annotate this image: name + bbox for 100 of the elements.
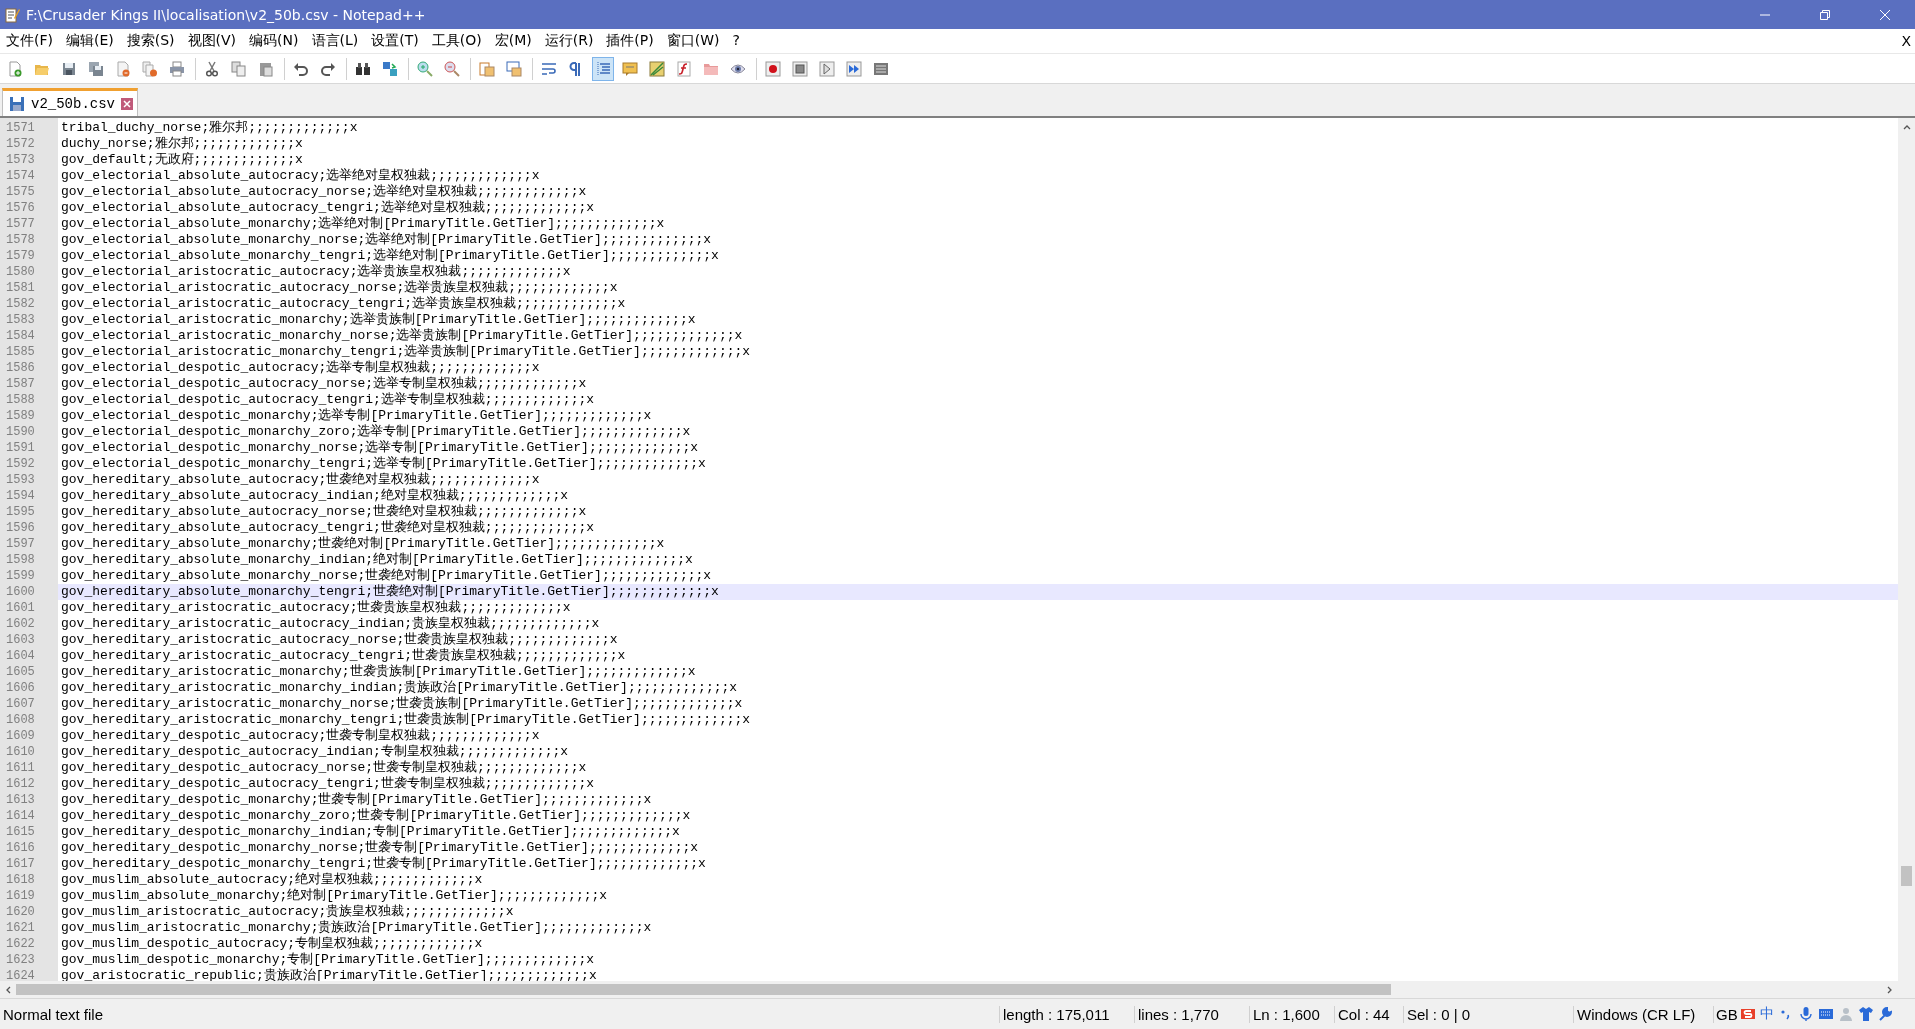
replace-icon[interactable]	[382, 60, 398, 77]
code-line: duchy_norse;雅尔邦;;;;;;;;;;;;;x	[60, 136, 304, 152]
line-number: 1611	[5, 761, 36, 775]
menu-item[interactable]: 编码(N)	[243, 32, 305, 50]
scrollbar-thumb[interactable]	[16, 984, 1391, 995]
line-number: 1604	[5, 649, 36, 663]
code-line: gov_electorial_aristocratic_autocracy;选举贵族皇权独裁;;;;;;;;;;;;;x	[60, 264, 572, 280]
input-method-logo-icon[interactable]	[1740, 1006, 1756, 1022]
code-line: gov_hereditary_despotic_monarchy_tengri;世袭专制[PrimaryTitle.GetTier];;;;;;;;;;;;;x	[60, 856, 707, 872]
wrench-icon[interactable]	[1878, 1006, 1894, 1022]
copy-icon[interactable]	[231, 60, 247, 77]
stop-icon[interactable]	[792, 60, 808, 77]
binoculars-icon[interactable]	[355, 60, 371, 77]
indent-guide-icon[interactable]	[595, 60, 611, 77]
line-number: 1597	[5, 537, 36, 551]
line-number: 1591	[5, 441, 36, 455]
document-map-icon[interactable]	[649, 60, 665, 77]
menu-item[interactable]: 视图(V)	[181, 32, 243, 50]
play-icon[interactable]	[819, 60, 835, 77]
record-icon[interactable]	[765, 60, 781, 77]
close-all-icon[interactable]	[142, 60, 158, 77]
line-number: 1615	[5, 825, 36, 839]
code-line: gov_electorial_absolute_autocracy_norse;选举绝对皇权独裁;;;;;;;;;;;;;x	[60, 184, 588, 200]
zoom-in-icon[interactable]	[417, 60, 433, 77]
code-line: gov_default;无政府;;;;;;;;;;;;;x	[60, 152, 304, 168]
file-tab[interactable]: v2_50b.csv	[2, 88, 138, 116]
save-all-icon[interactable]	[88, 60, 104, 77]
line-number: 1594	[5, 489, 36, 503]
line-number: 1589	[5, 409, 36, 423]
microphone-icon[interactable]	[1798, 1006, 1814, 1022]
scrollbar-thumb[interactable]	[1901, 866, 1912, 886]
code-line: gov_muslim_aristocratic_monarchy;贵族政治[PrimaryTitle.GetTier];;;;;;;;;;;;;x	[60, 920, 653, 936]
code-line: gov_muslim_absolute_monarchy;绝对制[PrimaryTitle.GetTier];;;;;;;;;;;;;x	[60, 888, 609, 904]
zoom-out-icon[interactable]	[444, 60, 460, 77]
menu-item[interactable]: 编辑(E)	[60, 32, 120, 50]
save-macro-icon[interactable]	[873, 60, 889, 77]
code-line: gov_hereditary_aristocratic_autocracy_indian;贵族皇权独裁;;;;;;;;;;;;;x	[60, 616, 601, 632]
menu-item[interactable]: 宏(M)	[488, 32, 538, 50]
menu-item[interactable]: 语言(L)	[305, 32, 365, 50]
fast-forward-icon[interactable]	[846, 60, 862, 77]
line-number: 1603	[5, 633, 36, 647]
line-number: 1580	[5, 265, 36, 279]
line-number: 1574	[5, 169, 36, 183]
line-number: 1619	[5, 889, 36, 903]
line-number: 1606	[5, 681, 36, 695]
word-wrap-icon[interactable]	[541, 60, 557, 77]
menu-item[interactable]: 运行(R)	[538, 32, 600, 50]
line-number: 1575	[5, 185, 36, 199]
code-line: gov_hereditary_despotic_monarchy_zoro;世袭专制[PrimaryTitle.GetTier];;;;;;;;;;;;;x	[60, 808, 692, 824]
close-document-button[interactable]: X	[1897, 33, 1915, 49]
menu-item[interactable]: 工具(O)	[425, 32, 488, 50]
line-number: 1586	[5, 361, 36, 375]
printer-icon[interactable]	[169, 60, 185, 77]
line-number: 1623	[5, 953, 36, 967]
code-line: gov_muslim_aristocratic_autocracy;贵族皇权独裁;;;;;;;;;;;;;x	[60, 904, 515, 920]
menu-item[interactable]: 窗口(W)	[660, 32, 726, 50]
redo-icon[interactable]	[320, 60, 336, 77]
line-number: 1582	[5, 297, 36, 311]
line-number: 1581	[5, 281, 36, 295]
menu-item[interactable]: 设置(T)	[365, 32, 425, 50]
speech-bubble-icon[interactable]	[622, 60, 638, 77]
paste-icon[interactable]	[258, 60, 274, 77]
line-number: 1609	[5, 729, 36, 743]
code-line: gov_electorial_absolute_monarchy_tengri;选举绝对制[PrimaryTitle.GetTier];;;;;;;;;;;;;x	[60, 248, 720, 264]
new-file-icon[interactable]	[7, 60, 23, 77]
line-number: 1600	[5, 585, 36, 599]
scissors-icon[interactable]	[204, 60, 220, 77]
menu-item[interactable]: 文件(F)	[0, 32, 59, 50]
keyboard-icon[interactable]	[1818, 1006, 1834, 1022]
line-number: 1576	[5, 201, 36, 215]
sync-horizontal-icon[interactable]	[506, 60, 522, 77]
line-number: 1620	[5, 905, 36, 919]
save-icon[interactable]	[61, 60, 77, 77]
restore-icon[interactable]	[1819, 8, 1831, 21]
menu-item[interactable]: 插件(P)	[600, 32, 660, 50]
line-number: 1605	[5, 665, 36, 679]
close-icon[interactable]	[1879, 8, 1891, 21]
close-file-icon[interactable]	[115, 60, 131, 77]
code-line: gov_electorial_despotic_monarchy_norse;选举专制[PrimaryTitle.GetTier];;;;;;;;;;;;;x	[60, 440, 700, 456]
input-mode-label[interactable]: 中	[1760, 1005, 1774, 1023]
code-line: gov_electorial_despotic_monarchy_zoro;选举专制[PrimaryTitle.GetTier];;;;;;;;;;;;;x	[60, 424, 692, 440]
vertical-scrollbar[interactable]	[1898, 118, 1915, 981]
line-number: 1601	[5, 601, 36, 615]
function-list-icon[interactable]	[676, 60, 692, 77]
line-number: 1602	[5, 617, 36, 631]
code-line: gov_hereditary_aristocratic_monarchy_norse;世袭贵族制[PrimaryTitle.GetTier];;;;;;;;;;;;;x	[60, 696, 744, 712]
code-line: gov_hereditary_absolute_autocracy_norse;世袭绝对皇权独裁;;;;;;;;;;;;;x	[60, 504, 588, 520]
sync-vertical-icon[interactable]	[479, 60, 495, 77]
save-icon	[9, 95, 25, 112]
close-tab-icon[interactable]	[121, 97, 133, 110]
file-type-label: Normal text file	[0, 1005, 1000, 1023]
code-line: gov_hereditary_absolute_autocracy_indian;绝对皇权独裁;;;;;;;;;;;;;x	[60, 488, 570, 504]
menu-item[interactable]: ?	[726, 32, 746, 50]
line-number: 1584	[5, 329, 36, 343]
line-number: 1573	[5, 153, 36, 167]
line-number: 1578	[5, 233, 36, 247]
line-number: 1585	[5, 345, 36, 359]
menu-item[interactable]: 搜索(S)	[120, 32, 181, 50]
line-number: 1593	[5, 473, 36, 487]
shirt-icon[interactable]	[1858, 1006, 1874, 1022]
